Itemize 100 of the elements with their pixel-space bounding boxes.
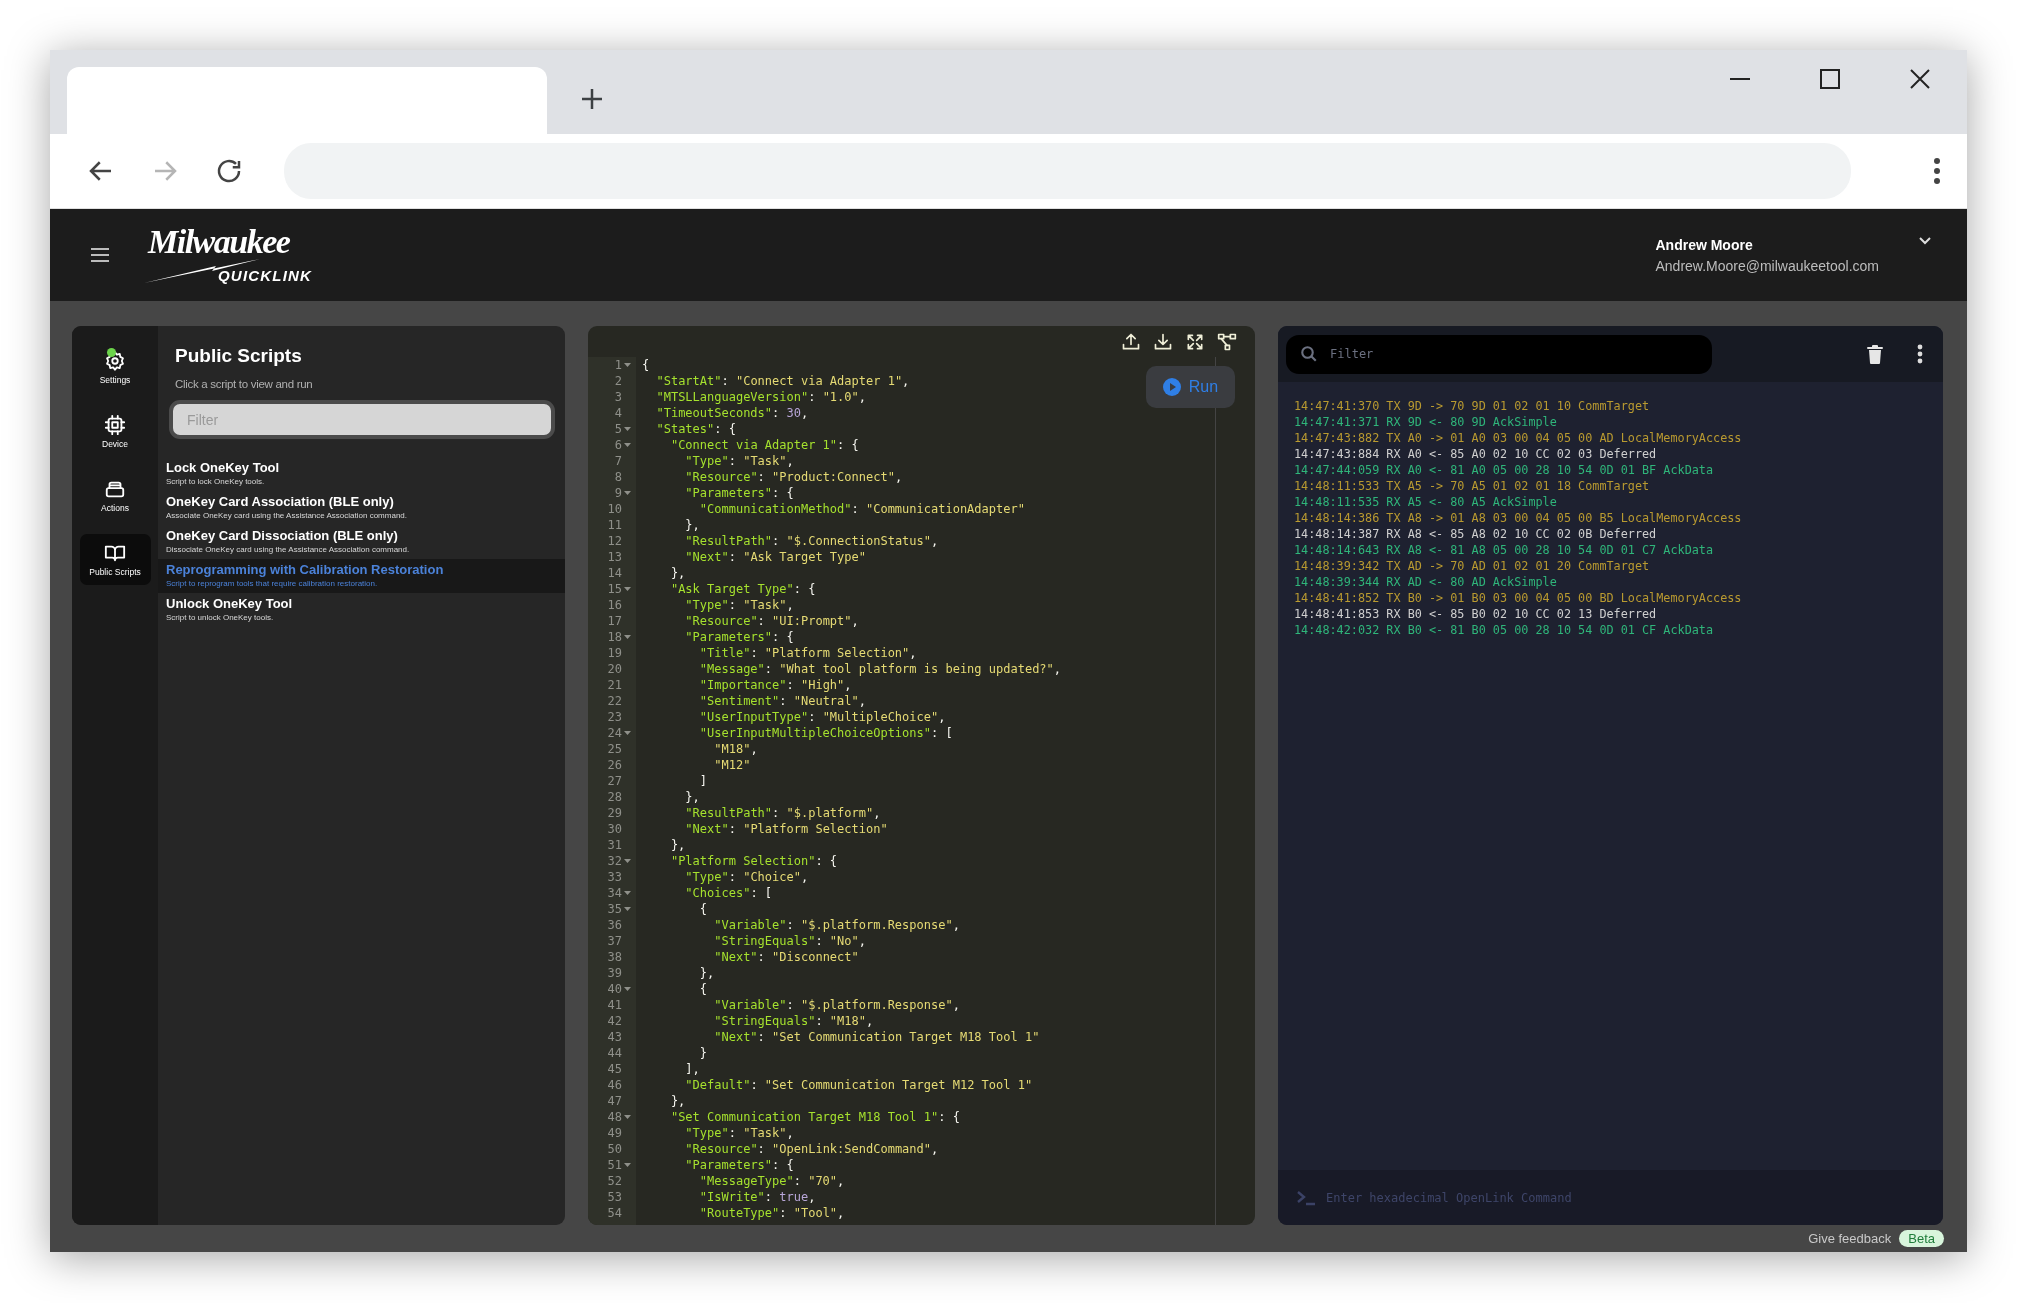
line-number: 8 [613, 469, 622, 485]
fold-caret-icon[interactable] [624, 1115, 631, 1119]
line-number: 7 [613, 453, 622, 469]
line-number: 32 [606, 853, 622, 869]
code-line: "States": { [655, 421, 737, 437]
line-number: 48 [606, 1109, 622, 1125]
line-number: 38 [606, 949, 622, 965]
logo-subtitle: QUICKLINK [218, 267, 313, 284]
code-line: "Type": "Task", [684, 597, 795, 613]
code-line: }, [669, 1093, 687, 1109]
user-email: Andrew.Moore@milwaukeetool.com [1655, 257, 1879, 274]
line-number: 20 [606, 661, 622, 677]
fold-caret-icon[interactable] [624, 363, 631, 367]
line-number: 36 [606, 917, 622, 933]
code-line: "Set Communication Target M18 Tool 1": { [669, 1109, 961, 1125]
code-line: "Type": "Task", [684, 1125, 795, 1141]
script-item[interactable]: Lock OneKey Tool Script to lock OneKey tools. [158, 457, 565, 491]
line-number: 50 [606, 1141, 622, 1157]
close-icon[interactable] [1909, 68, 1931, 90]
nav-item[interactable]: Public Scripts [79, 534, 151, 585]
beta-badge: Beta [1899, 1230, 1944, 1247]
script-item[interactable]: OneKey Card Association (BLE only) Associate OneKey card using the Assistance Association command. [158, 491, 565, 525]
code-line: "Sentiment": "Neutral", [698, 693, 867, 709]
new-tab-icon[interactable] [581, 88, 603, 110]
logo-wordmark: Milwaukee [148, 226, 290, 258]
fold-caret-icon[interactable] [624, 635, 631, 639]
fold-caret-icon[interactable] [624, 1163, 631, 1167]
maximize-icon[interactable] [1819, 68, 1841, 90]
code-line: "MTSLLanguageVersion": "1.0", [655, 389, 867, 405]
console-filter-field[interactable]: Filter [1286, 334, 1712, 374]
line-number: 42 [606, 1013, 622, 1029]
upload-icon [1121, 331, 1141, 352]
code-line: "Resource": "Product:Connect", [684, 469, 904, 485]
line-number: 21 [606, 677, 622, 693]
code-line: "ResultPath": "$.ConnectionStatus", [684, 533, 940, 549]
more-icon[interactable] [1917, 344, 1923, 364]
fold-caret-icon[interactable] [624, 491, 631, 495]
fold-caret-icon[interactable] [624, 859, 631, 863]
code-line: "Platform Selection": { [669, 853, 839, 869]
code-line: }, [684, 789, 701, 805]
line-number: 46 [606, 1077, 622, 1093]
fold-caret-icon[interactable] [624, 891, 631, 895]
feedback-link[interactable]: Give feedback [1808, 1231, 1892, 1246]
more-icon[interactable] [1933, 158, 1941, 184]
line-number: 41 [606, 997, 622, 1013]
gear-icon [104, 350, 126, 372]
chevron-down-icon[interactable] [1919, 236, 1931, 245]
nav-item[interactable]: Device [79, 406, 151, 457]
code-line: "M18", [713, 741, 759, 757]
line-number: 5 [613, 421, 622, 437]
code-line: "UserInputType": "MultipleChoice", [698, 709, 947, 725]
fold-caret-icon[interactable] [624, 587, 631, 591]
code-line: ] [698, 773, 709, 789]
code-line: "Default": "Set Communication Target M12 Tool 1" [684, 1077, 1034, 1093]
user-name: Andrew Moore [1655, 236, 1754, 253]
code-line: "Ask Target Type": { [669, 581, 817, 597]
code-line: "Type": "Task", [684, 453, 795, 469]
terminal-prompt-icon [1296, 1190, 1316, 1206]
fold-caret-icon[interactable] [624, 427, 631, 431]
code-line: ], [684, 1061, 701, 1077]
chip-icon [104, 414, 126, 436]
nav-item[interactable]: Actions [79, 470, 151, 521]
code-line: "Variable": "$.platform.Response", [713, 997, 961, 1013]
fold-caret-icon[interactable] [624, 443, 631, 447]
line-number: 34 [606, 885, 622, 901]
line-number: 16 [606, 597, 622, 613]
panel-title: Public Scripts [175, 345, 303, 367]
script-item[interactable]: Unlock OneKey Tool Script to unlock OneKey tools. [158, 593, 565, 627]
code-line: { [698, 901, 709, 917]
line-number: 47 [606, 1093, 622, 1109]
line-number: 44 [606, 1045, 622, 1061]
line-number: 12 [606, 533, 622, 549]
fold-caret-icon[interactable] [624, 731, 631, 735]
code-line: "Importance": "High", [698, 677, 853, 693]
line-number: 23 [606, 709, 622, 725]
line-number: 25 [606, 741, 622, 757]
line-number: 11 [606, 517, 622, 533]
menu-icon[interactable] [90, 247, 110, 263]
line-number: 30 [606, 821, 622, 837]
code-line: "CommunicationMethod": "CommunicationAdapter" [698, 501, 1026, 517]
code-line: }, [669, 837, 687, 853]
trash-icon[interactable] [1867, 344, 1883, 364]
filter-field[interactable]: Filter [169, 400, 555, 439]
line-number: 15 [606, 581, 622, 597]
log-entry: 14:47:41:370 TX 9D -> 70 9D 01 02 01 10 CommTarget [1294, 398, 1651, 414]
flow-diagram-icon [1217, 331, 1237, 352]
code-line: "UserInputMultipleChoiceOptions": [ [698, 725, 954, 741]
command-field[interactable]: Enter hexadecimal OpenLink Command [1278, 1170, 1943, 1225]
log-entry: 14:48:14:643 RX A8 <- 81 A8 05 00 28 10 54 0D 01 C7 AckData [1294, 542, 1715, 558]
fold-caret-icon[interactable] [624, 907, 631, 911]
script-item[interactable]: OneKey Card Dissociation (BLE only) Dissociate OneKey card using the Assistance Association command. [158, 525, 565, 559]
code-line: "Next": "Disconnect" [713, 949, 860, 965]
code-line: }, [698, 965, 716, 981]
log-entry: 14:47:44:059 RX A0 <- 81 A0 05 00 28 10 54 0D 01 BF AckData [1294, 462, 1715, 478]
script-item[interactable]: Reprogramming with Calibration Restoration Script to reprogram tools that require calibration restoration. [158, 559, 565, 593]
log-entry: 14:48:42:032 RX B0 <- 81 B0 05 00 28 10 54 0D 01 CF AckData [1294, 622, 1715, 638]
line-number: 28 [606, 789, 622, 805]
expand-icon [1185, 331, 1205, 352]
nav-item[interactable]: Settings [79, 342, 151, 393]
fold-caret-icon[interactable] [624, 987, 631, 991]
